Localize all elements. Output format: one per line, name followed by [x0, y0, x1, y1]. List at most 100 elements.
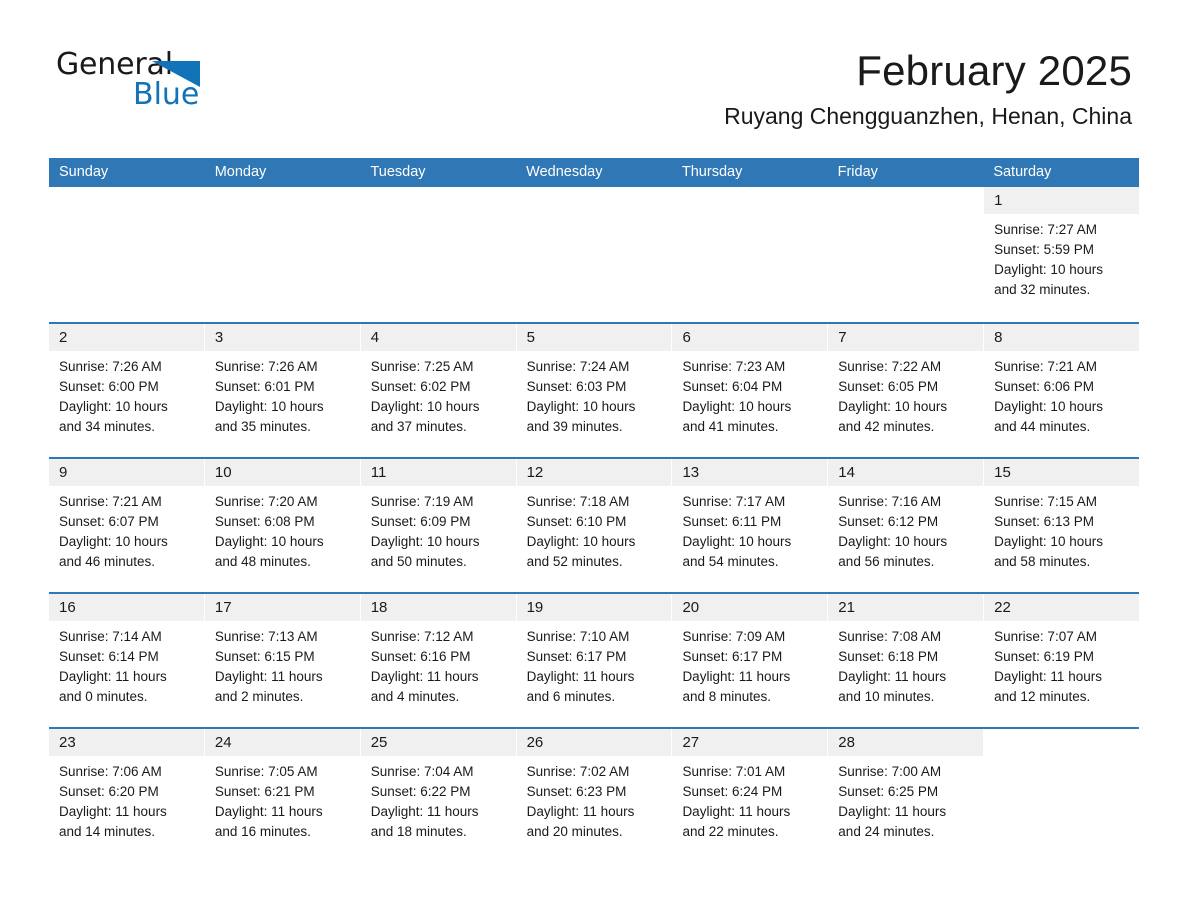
day-number: 26: [526, 734, 544, 751]
day-cell[interactable]: 6 Sunrise: 7:23 AM Sunset: 6:04 PM Dayli…: [672, 324, 829, 457]
general-blue-logo: General Blue: [56, 50, 206, 116]
day-number-band: 13: [672, 459, 828, 486]
day-details: Sunrise: 7:21 AM Sunset: 6:07 PM Dayligh…: [49, 486, 204, 572]
sunrise-text: Sunrise: 7:27 AM: [994, 222, 1097, 237]
day-number-band: 5: [516, 324, 672, 351]
day-number: 24: [214, 734, 232, 751]
day-cell[interactable]: 10 Sunrise: 7:20 AM Sunset: 6:08 PM Dayl…: [204, 459, 361, 592]
location-subtitle: Ruyang Chengguanzhen, Henan, China: [724, 103, 1132, 129]
daylight-text-line1: Daylight: 10 hours: [526, 534, 636, 549]
day-cell[interactable]: 7 Sunrise: 7:22 AM Sunset: 6:05 PM Dayli…: [828, 324, 985, 457]
day-cell[interactable]: 18 Sunrise: 7:12 AM Sunset: 6:16 PM Dayl…: [360, 594, 517, 727]
day-details: Sunrise: 7:02 AM Sunset: 6:23 PM Dayligh…: [517, 756, 672, 842]
day-details: Sunrise: 7:10 AM Sunset: 6:17 PM Dayligh…: [517, 621, 672, 707]
day-cell[interactable]: 26 Sunrise: 7:02 AM Sunset: 6:23 PM Dayl…: [516, 729, 673, 862]
day-details: [205, 214, 360, 220]
day-details: Sunrise: 7:13 AM Sunset: 6:15 PM Dayligh…: [205, 621, 360, 707]
day-number: 18: [370, 599, 388, 616]
page-title: February 2025: [856, 47, 1132, 94]
weekday-header-tuesday: Tuesday: [370, 164, 426, 180]
day-number: 28: [838, 734, 855, 751]
day-details: Sunrise: 7:27 AM Sunset: 5:59 PM Dayligh…: [984, 214, 1139, 300]
day-details: Sunrise: 7:26 AM Sunset: 6:01 PM Dayligh…: [205, 351, 360, 437]
sunset-text: Sunset: 6:14 PM: [59, 649, 159, 664]
day-details: Sunrise: 7:18 AM Sunset: 6:10 PM Dayligh…: [517, 486, 672, 572]
sunset-text: Sunset: 6:17 PM: [526, 649, 627, 664]
day-number: 4: [370, 329, 380, 346]
day-number: 27: [682, 734, 700, 751]
day-cell[interactable]: 25 Sunrise: 7:04 AM Sunset: 6:22 PM Dayl…: [360, 729, 517, 862]
daylight-text-line2: and 14 minutes.: [59, 824, 156, 839]
day-details: Sunrise: 7:15 AM Sunset: 6:13 PM Dayligh…: [984, 486, 1139, 572]
day-number: [205, 192, 215, 209]
day-number: 11: [370, 464, 387, 481]
day-cell[interactable]: [49, 187, 205, 322]
day-cell[interactable]: 27 Sunrise: 7:01 AM Sunset: 6:24 PM Dayl…: [672, 729, 829, 862]
day-details: Sunrise: 7:20 AM Sunset: 6:08 PM Dayligh…: [205, 486, 360, 572]
daylight-text-line2: and 32 minutes.: [994, 282, 1091, 297]
day-cell[interactable]: 21 Sunrise: 7:08 AM Sunset: 6:18 PM Dayl…: [828, 594, 985, 727]
day-cell[interactable]: [360, 187, 517, 322]
day-cell[interactable]: 23 Sunrise: 7:06 AM Sunset: 6:20 PM Dayl…: [49, 729, 205, 862]
weekday-header-monday: Monday: [214, 164, 267, 180]
day-cell[interactable]: 9 Sunrise: 7:21 AM Sunset: 6:07 PM Dayli…: [49, 459, 205, 592]
day-cell[interactable]: 8 Sunrise: 7:21 AM Sunset: 6:06 PM Dayli…: [984, 324, 1140, 457]
day-cell[interactable]: 4 Sunrise: 7:25 AM Sunset: 6:02 PM Dayli…: [360, 324, 517, 457]
day-number-band: [828, 187, 983, 214]
day-cell[interactable]: [204, 187, 361, 322]
sunrise-text: Sunrise: 7:04 AM: [370, 764, 474, 779]
day-number-band: 22: [984, 594, 1140, 621]
day-cell[interactable]: [984, 729, 1140, 862]
day-cell[interactable]: 12 Sunrise: 7:18 AM Sunset: 6:10 PM Dayl…: [516, 459, 673, 592]
day-cell[interactable]: 17 Sunrise: 7:13 AM Sunset: 6:15 PM Dayl…: [204, 594, 361, 727]
day-cell[interactable]: 28 Sunrise: 7:00 AM Sunset: 6:25 PM Dayl…: [828, 729, 985, 862]
day-number: [517, 192, 527, 209]
day-cell[interactable]: 24 Sunrise: 7:05 AM Sunset: 6:21 PM Dayl…: [204, 729, 361, 862]
page-header: General Blue February 2025 Ruyang Chengg…: [0, 0, 1188, 129]
weekday-header-friday: Friday: [837, 164, 878, 180]
sunset-text: Sunset: 6:21 PM: [214, 784, 315, 799]
day-number-band: 10: [204, 459, 360, 486]
day-cell[interactable]: 19 Sunrise: 7:10 AM Sunset: 6:17 PM Dayl…: [516, 594, 673, 727]
day-number-band: 16: [49, 594, 204, 621]
day-cell[interactable]: 22 Sunrise: 7:07 AM Sunset: 6:19 PM Dayl…: [984, 594, 1140, 727]
calendar-page: General Blue February 2025 Ruyang Chengg…: [0, 0, 1188, 918]
day-cell[interactable]: 20 Sunrise: 7:09 AM Sunset: 6:17 PM Dayl…: [672, 594, 829, 727]
day-cell[interactable]: 16 Sunrise: 7:14 AM Sunset: 6:14 PM Dayl…: [49, 594, 205, 727]
weekday-header-row: Sunday Monday Tuesday Wednesday Thursday…: [49, 158, 1139, 187]
sunset-text: Sunset: 6:24 PM: [682, 784, 783, 799]
day-cell[interactable]: 3 Sunrise: 7:26 AM Sunset: 6:01 PM Dayli…: [204, 324, 361, 457]
daylight-text-line2: and 44 minutes.: [994, 419, 1091, 434]
day-cell[interactable]: [672, 187, 829, 322]
day-cell[interactable]: [516, 187, 673, 322]
daylight-text-line2: and 39 minutes.: [526, 419, 623, 434]
sunset-text: Sunset: 6:23 PM: [526, 784, 627, 799]
day-number: 3: [214, 329, 224, 346]
sunset-text: Sunset: 6:22 PM: [370, 784, 471, 799]
daylight-text-line2: and 16 minutes.: [214, 824, 311, 839]
day-cell[interactable]: 11 Sunrise: 7:19 AM Sunset: 6:09 PM Dayl…: [360, 459, 517, 592]
sunrise-text: Sunrise: 7:16 AM: [838, 494, 942, 509]
sunrise-text: Sunrise: 7:26 AM: [59, 359, 162, 374]
day-cell[interactable]: 14 Sunrise: 7:16 AM Sunset: 6:12 PM Dayl…: [828, 459, 985, 592]
day-details: Sunrise: 7:00 AM Sunset: 6:25 PM Dayligh…: [828, 756, 983, 842]
daylight-text-line2: and 56 minutes.: [838, 554, 935, 569]
daylight-text-line2: and 37 minutes.: [370, 419, 467, 434]
sunrise-text: Sunrise: 7:20 AM: [214, 494, 318, 509]
day-details: Sunrise: 7:24 AM Sunset: 6:03 PM Dayligh…: [517, 351, 672, 437]
day-cell[interactable]: [828, 187, 985, 322]
title-block: February 2025 Ruyang Chengguanzhen, Hena…: [724, 46, 1132, 130]
day-number-band: [49, 187, 204, 214]
daylight-text-line2: and 2 minutes.: [214, 689, 304, 704]
week-row: 2 Sunrise: 7:26 AM Sunset: 6:00 PM Dayli…: [49, 322, 1140, 457]
sunset-text: Sunset: 6:00 PM: [59, 379, 159, 394]
daylight-text-line2: and 54 minutes.: [682, 554, 779, 569]
day-number-band: 6: [672, 324, 828, 351]
day-cell[interactable]: 13 Sunrise: 7:17 AM Sunset: 6:11 PM Dayl…: [672, 459, 829, 592]
sunrise-text: Sunrise: 7:21 AM: [994, 359, 1097, 374]
day-cell[interactable]: 15 Sunrise: 7:15 AM Sunset: 6:13 PM Dayl…: [984, 459, 1140, 592]
day-cell[interactable]: 5 Sunrise: 7:24 AM Sunset: 6:03 PM Dayli…: [516, 324, 673, 457]
daylight-text-line2: and 50 minutes.: [370, 554, 467, 569]
day-cell[interactable]: 1 Sunrise: 7:27 AM Sunset: 5:59 PM Dayli…: [984, 187, 1140, 322]
day-cell[interactable]: 2 Sunrise: 7:26 AM Sunset: 6:00 PM Dayli…: [49, 324, 205, 457]
